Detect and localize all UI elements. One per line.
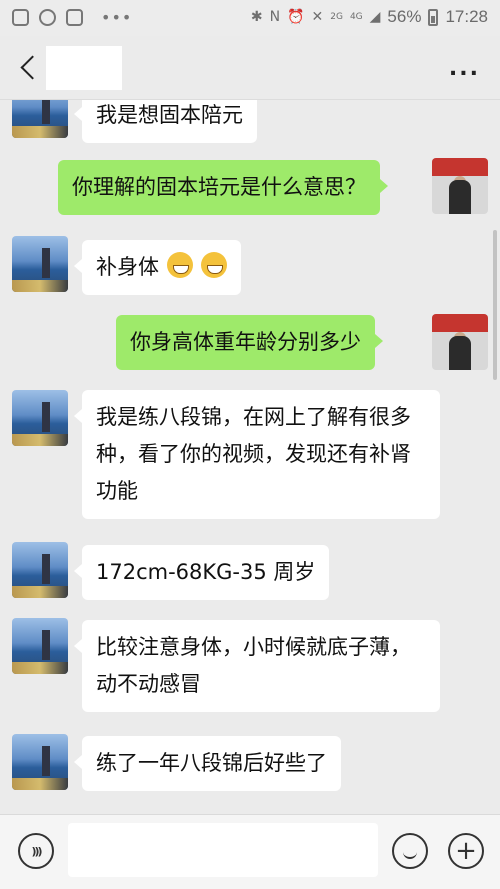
my-avatar[interactable] xyxy=(432,158,488,214)
message-text: 我是想固本陪元 xyxy=(96,103,243,127)
message-text: 比较注意身体，小时候就底子薄，动不动感冒 xyxy=(96,635,411,696)
signal-4g-label: 4G xyxy=(349,12,363,22)
message-bubble-incoming[interactable]: 我是练八段锦，在网上了解有很多种，看了你的视频，发现还有补肾功能 xyxy=(74,390,440,519)
message-text: 172cm-68KG-35 周岁 xyxy=(96,560,316,584)
plus-icon[interactable]: + xyxy=(448,833,484,869)
contact-avatar[interactable] xyxy=(12,734,68,790)
system-indicators: ✱ N ⏰ ✕ 2G 4G ◢ 56% 17:28 xyxy=(251,7,488,27)
message-bubble-incoming[interactable]: 练了一年八段锦后好些了 xyxy=(74,736,341,791)
message-icon xyxy=(39,9,56,26)
my-avatar[interactable] xyxy=(432,314,488,370)
voice-icon[interactable] xyxy=(18,833,54,869)
message-text: 你身高体重年龄分别多少 xyxy=(130,330,361,354)
status-bar: ••• ✱ N ⏰ ✕ 2G 4G ◢ 56% 17:28 xyxy=(0,0,500,36)
more-notifications-icon: ••• xyxy=(101,8,133,27)
message-list[interactable]: 我是想固本陪元 你理解的固本培元是什么意思？ 补身体 你身高体重年龄分别多少 我… xyxy=(0,100,500,814)
contact-avatar[interactable] xyxy=(12,542,68,598)
clock: 17:28 xyxy=(445,7,488,26)
notification-icons: ••• xyxy=(12,8,132,27)
nfc-icon: N xyxy=(269,9,281,25)
message-bubble-outgoing[interactable]: 你身高体重年龄分别多少 xyxy=(116,315,383,370)
message-bubble-incoming[interactable]: 172cm-68KG-35 周岁 xyxy=(73,545,330,600)
contact-avatar[interactable] xyxy=(12,236,68,292)
message-text: 我是练八段锦，在网上了解有很多种，看了你的视频，发现还有补肾功能 xyxy=(96,405,411,503)
message-text: 补身体 xyxy=(96,255,159,279)
chat-header: ... xyxy=(0,36,500,100)
mute-icon: ✕ xyxy=(311,9,324,25)
contact-avatar[interactable] xyxy=(12,390,68,446)
message-bubble-incoming[interactable]: 我是想固本陪元 xyxy=(74,100,257,143)
message-text: 你理解的固本培元是什么意思？ xyxy=(72,175,366,199)
message-bubble-outgoing[interactable]: 你理解的固本培元是什么意思？ xyxy=(58,160,388,215)
scrollbar[interactable] xyxy=(493,230,497,380)
gallery-icon xyxy=(12,9,29,26)
input-bar: + xyxy=(0,814,500,889)
message-bubble-incoming[interactable]: 比较注意身体，小时候就底子薄，动不动感冒 xyxy=(74,620,440,712)
bluetooth-icon: ✱ xyxy=(250,9,263,25)
battery-percent: 56% xyxy=(387,7,422,26)
battery-icon xyxy=(428,8,439,26)
message-input[interactable] xyxy=(68,823,378,877)
chat-title xyxy=(46,46,122,90)
message-bubble-incoming[interactable]: 补身体 xyxy=(74,240,241,295)
back-icon[interactable] xyxy=(18,52,40,84)
emoji-icon[interactable] xyxy=(392,833,428,869)
grin-emoji-icon xyxy=(167,252,193,278)
message-text: 练了一年八段锦后好些了 xyxy=(96,751,327,775)
clipboard-icon xyxy=(66,9,83,26)
alarm-icon: ⏰ xyxy=(287,9,305,25)
signal-2g-label: 2G xyxy=(330,12,343,22)
signal-icon: ◢ xyxy=(369,9,381,25)
grin-emoji-icon xyxy=(201,252,227,278)
more-icon[interactable]: ... xyxy=(449,56,480,81)
contact-avatar[interactable] xyxy=(12,618,68,674)
contact-avatar[interactable] xyxy=(12,100,68,138)
